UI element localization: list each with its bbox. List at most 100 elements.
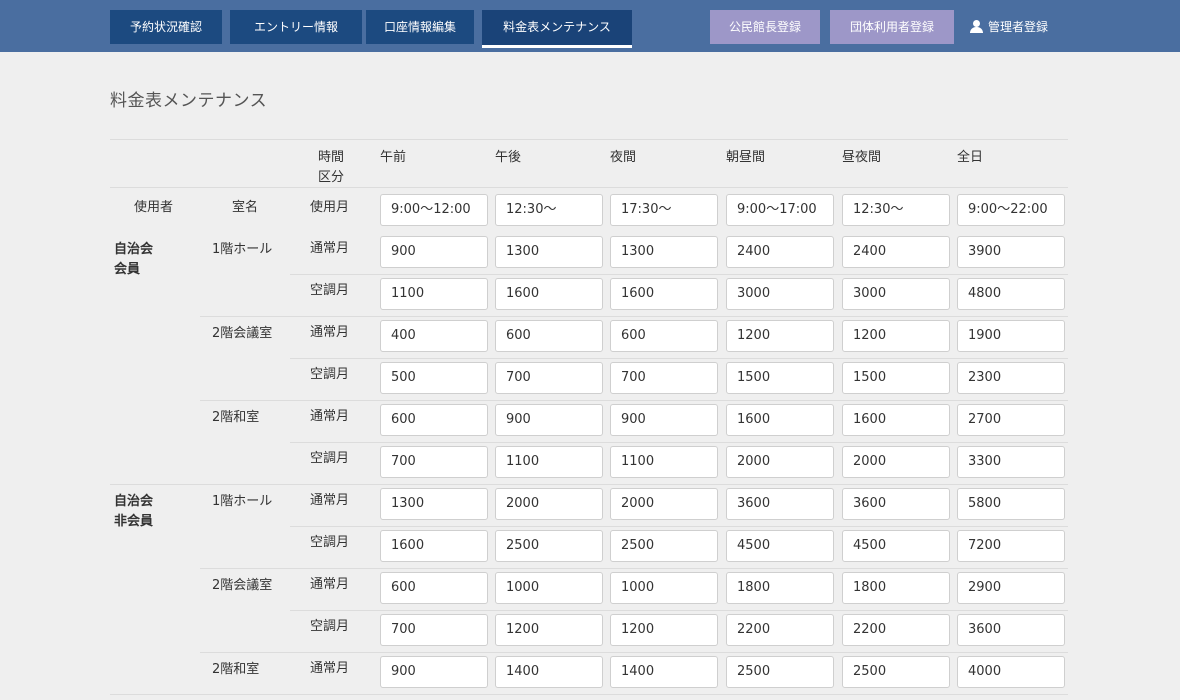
fee-input[interactable]: 600 <box>495 320 603 352</box>
divider <box>290 610 1068 611</box>
fee-input[interactable]: 2500 <box>495 530 603 562</box>
fee-input[interactable]: 400 <box>380 320 488 352</box>
room-name: 1階ホール <box>212 494 273 509</box>
fee-input[interactable]: 3900 <box>957 236 1065 268</box>
fee-input[interactable]: 600 <box>380 572 488 604</box>
fee-input[interactable]: 2500 <box>842 656 950 688</box>
fee-input[interactable]: 700 <box>380 614 488 646</box>
register-admin-button[interactable]: 管理者登録 <box>962 10 1062 44</box>
fee-input[interactable]: 1800 <box>842 572 950 604</box>
fee-input[interactable]: 1100 <box>380 278 488 310</box>
fee-input[interactable]: 1100 <box>495 446 603 478</box>
period-header-4: 朝昼間 <box>726 150 766 165</box>
tab-fee-maintenance[interactable]: 料金表メンテナンス <box>482 10 632 48</box>
category-header: 区分 <box>318 170 345 185</box>
fee-input[interactable]: 3600 <box>726 488 834 520</box>
tab-entry-info[interactable]: エントリー情報 <box>230 10 362 44</box>
divider <box>110 139 1068 140</box>
fee-input[interactable]: 3300 <box>957 446 1065 478</box>
divider <box>290 442 1068 443</box>
time-range-input[interactable]: 9:00～22:00 <box>957 194 1065 226</box>
fee-input[interactable]: 1300 <box>610 236 718 268</box>
fee-input[interactable]: 700 <box>610 362 718 394</box>
fee-input[interactable]: 4000 <box>957 656 1065 688</box>
fee-input[interactable]: 1800 <box>726 572 834 604</box>
fee-input[interactable]: 1500 <box>842 362 950 394</box>
fee-input[interactable]: 2200 <box>726 614 834 646</box>
register-group-user-button[interactable]: 団体利用者登録 <box>830 10 954 44</box>
fee-input[interactable]: 2900 <box>957 572 1065 604</box>
month-type: 空調月 <box>310 535 350 550</box>
fee-input[interactable]: 1900 <box>957 320 1065 352</box>
fee-input[interactable]: 2000 <box>610 488 718 520</box>
fee-input[interactable]: 1200 <box>610 614 718 646</box>
fee-input[interactable]: 600 <box>610 320 718 352</box>
fee-input[interactable]: 2500 <box>726 656 834 688</box>
fee-input[interactable]: 3000 <box>726 278 834 310</box>
fee-input[interactable]: 1200 <box>726 320 834 352</box>
fee-input[interactable]: 700 <box>380 446 488 478</box>
fee-input[interactable]: 7200 <box>957 530 1065 562</box>
fee-input[interactable]: 2500 <box>610 530 718 562</box>
fee-input[interactable]: 1600 <box>610 278 718 310</box>
fee-input[interactable]: 600 <box>380 404 488 436</box>
divider <box>290 274 1068 275</box>
fee-input[interactable]: 1600 <box>842 404 950 436</box>
fee-input[interactable]: 1000 <box>495 572 603 604</box>
room-name: 2階会議室 <box>212 578 273 593</box>
fee-input[interactable]: 2000 <box>726 446 834 478</box>
fee-input[interactable]: 1600 <box>380 530 488 562</box>
tab-account-edit[interactable]: 口座情報編集 <box>366 10 474 44</box>
time-range-input[interactable]: 12:30～22:00 <box>842 194 950 226</box>
time-range-input[interactable]: 17:30～22:00 <box>610 194 718 226</box>
fee-input[interactable]: 3600 <box>842 488 950 520</box>
fee-input[interactable]: 900 <box>610 404 718 436</box>
month-type: 通常月 <box>310 493 350 508</box>
tab-reservation-status[interactable]: 予約状況確認 <box>110 10 222 44</box>
divider <box>290 358 1068 359</box>
divider <box>110 484 1068 485</box>
month-type: 空調月 <box>310 619 350 634</box>
fee-input[interactable]: 500 <box>380 362 488 394</box>
fee-input[interactable]: 900 <box>380 236 488 268</box>
time-range-input[interactable]: 12:30～17:00 <box>495 194 603 226</box>
fee-input[interactable]: 2000 <box>842 446 950 478</box>
fee-input[interactable]: 1200 <box>495 614 603 646</box>
fee-input[interactable]: 2400 <box>842 236 950 268</box>
fee-input[interactable]: 5800 <box>957 488 1065 520</box>
fee-input[interactable]: 1100 <box>610 446 718 478</box>
fee-input[interactable]: 4800 <box>957 278 1065 310</box>
divider <box>200 400 1068 401</box>
fee-input[interactable]: 1500 <box>726 362 834 394</box>
fee-input[interactable]: 4500 <box>842 530 950 562</box>
register-hall-director-button[interactable]: 公民館長登録 <box>710 10 820 44</box>
fee-input[interactable]: 1400 <box>495 656 603 688</box>
fee-input[interactable]: 700 <box>495 362 603 394</box>
fee-input[interactable]: 2300 <box>957 362 1065 394</box>
period-header-5: 昼夜間 <box>842 150 882 165</box>
fee-input[interactable]: 1600 <box>726 404 834 436</box>
fee-input[interactable]: 1400 <box>610 656 718 688</box>
room-name: 1階ホール <box>212 242 273 257</box>
fee-input[interactable]: 4500 <box>726 530 834 562</box>
fee-input[interactable]: 1000 <box>610 572 718 604</box>
fee-input[interactable]: 3600 <box>957 614 1065 646</box>
month-type: 空調月 <box>310 451 350 466</box>
divider <box>110 187 1068 188</box>
fee-input[interactable]: 900 <box>380 656 488 688</box>
fee-input[interactable]: 1300 <box>495 236 603 268</box>
month-column-label: 使用月 <box>310 200 350 215</box>
fee-input[interactable]: 900 <box>495 404 603 436</box>
month-type: 通常月 <box>310 241 350 256</box>
fee-input[interactable]: 3000 <box>842 278 950 310</box>
fee-input[interactable]: 2400 <box>726 236 834 268</box>
time-range-input[interactable]: 9:00～17:00 <box>726 194 834 226</box>
fee-input[interactable]: 2700 <box>957 404 1065 436</box>
user-icon <box>970 20 984 33</box>
time-range-input[interactable]: 9:00～12:00 <box>380 194 488 226</box>
fee-input[interactable]: 2000 <box>495 488 603 520</box>
fee-input[interactable]: 1600 <box>495 278 603 310</box>
fee-input[interactable]: 1300 <box>380 488 488 520</box>
fee-input[interactable]: 1200 <box>842 320 950 352</box>
fee-input[interactable]: 2200 <box>842 614 950 646</box>
